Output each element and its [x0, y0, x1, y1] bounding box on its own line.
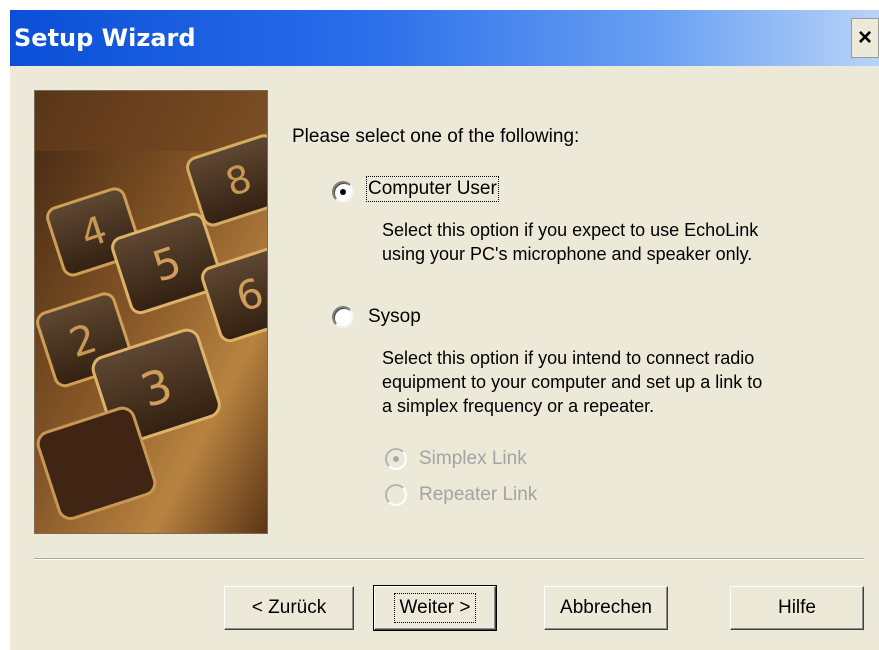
back-button[interactable]: < Zurück	[224, 586, 354, 630]
close-icon: ×	[857, 24, 872, 51]
repeater-link-radio[interactable]	[385, 484, 407, 506]
computer-user-description: Select this option if you expect to use …	[382, 218, 758, 266]
next-button-label: Weiter >	[393, 593, 477, 623]
wizard-banner-image: 8 4 5 6 2 3	[34, 90, 268, 534]
simplex-link-label[interactable]: Simplex Link	[419, 448, 527, 470]
selection-prompt: Please select one of the following:	[292, 126, 580, 147]
setup-wizard-dialog: Setup Wizard × 8 4 5 6 2 3 Please select…	[10, 10, 879, 650]
simplex-link-radio[interactable]	[385, 448, 407, 470]
sysop-radio[interactable]	[332, 306, 354, 328]
description-line: Select this option if you intend to conn…	[382, 348, 755, 368]
sysop-description: Select this option if you intend to conn…	[382, 346, 762, 418]
computer-user-label[interactable]: Computer User	[366, 176, 499, 202]
cancel-button-label: Abbrechen	[560, 597, 652, 618]
back-button-label: < Zurück	[251, 597, 327, 618]
description-line: Select this option if you expect to use …	[382, 220, 759, 240]
sysop-label[interactable]: Sysop	[368, 306, 421, 328]
button-separator	[34, 558, 864, 560]
repeater-link-label[interactable]: Repeater Link	[419, 484, 537, 506]
description-line: a simplex frequency or a repeater.	[382, 396, 655, 416]
window-title: Setup Wizard	[14, 24, 196, 52]
computer-user-radio[interactable]	[332, 181, 354, 203]
title-bar: Setup Wizard ×	[10, 10, 879, 66]
cancel-button[interactable]: Abbrechen	[544, 586, 668, 630]
close-button[interactable]: ×	[851, 18, 879, 58]
description-line: using your PC's microphone and speaker o…	[382, 244, 753, 264]
help-button[interactable]: Hilfe	[730, 586, 864, 630]
next-button[interactable]: Weiter >	[373, 585, 497, 631]
description-line: equipment to your computer and set up a …	[382, 372, 763, 392]
help-button-label: Hilfe	[777, 597, 816, 618]
keypad-photo: 8 4 5 6 2 3	[35, 91, 267, 533]
